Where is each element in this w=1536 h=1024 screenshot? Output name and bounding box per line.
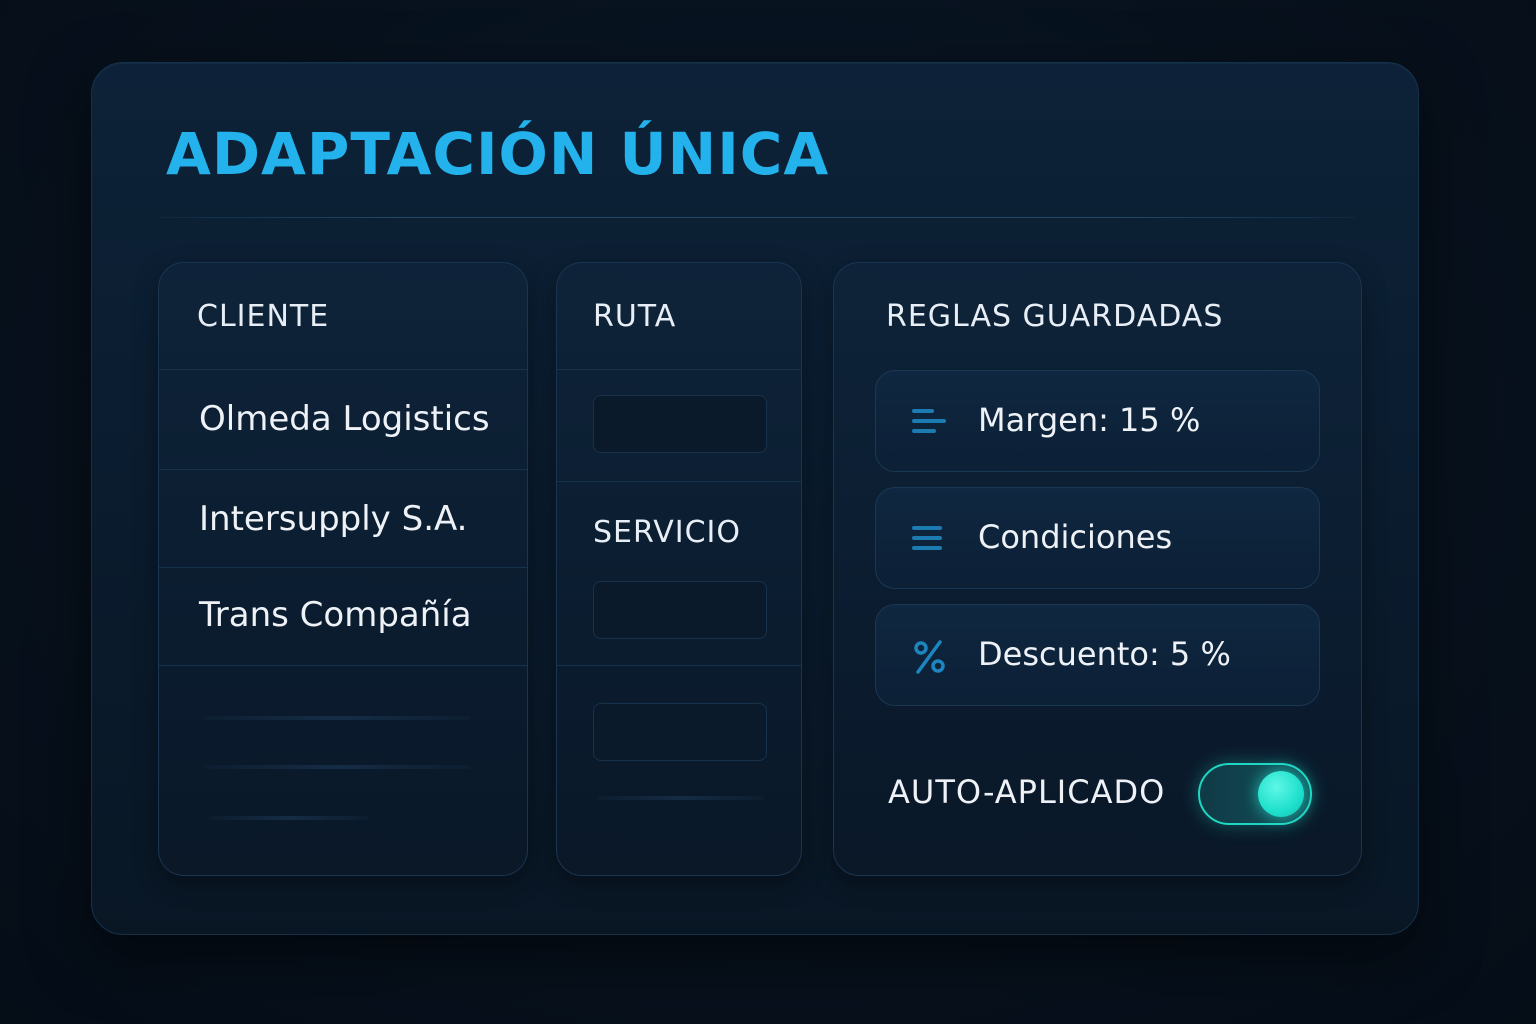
cliente-header: CLIENTE [197,299,330,334]
servicio-field[interactable] [593,581,767,639]
adaptation-card: ADAPTACIÓN ÚNICA CLIENTE Olmeda Logistic… [91,62,1419,935]
cliente-divider [159,369,527,370]
cliente-divider [159,665,527,666]
rule-item-margen[interactable]: Margen: 15 % [875,370,1320,472]
placeholder-line [203,765,471,769]
rule-label: Condiciones [978,518,1173,556]
ruta-divider [557,369,801,370]
extra-field[interactable] [593,703,767,761]
rule-item-descuento[interactable]: Descuento: 5 % [875,604,1320,706]
ruta-panel: RUTA SERVICIO [556,262,802,876]
reglas-panel: REGLAS GUARDADAS Margen: 15 % Condicione… [833,262,1362,876]
rule-item-condiciones[interactable]: Condiciones [875,487,1320,589]
list-icon [912,526,942,550]
page-title: ADAPTACIÓN ÚNICA [166,120,830,188]
rule-label: Descuento: 5 % [978,635,1231,673]
toggle-knob [1258,771,1304,817]
cliente-divider [159,567,527,568]
rule-label: Margen: 15 % [978,401,1201,439]
placeholder-line [597,796,765,800]
client-item-olmeda[interactable]: Olmeda Logistics [199,399,490,439]
lines-icon [912,409,946,433]
client-item-trans[interactable]: Trans Compañía [199,595,472,635]
ruta-header: RUTA [593,299,677,334]
placeholder-line [203,716,471,720]
ruta-divider [557,481,801,482]
cliente-divider [159,469,527,470]
client-item-intersupply[interactable]: Intersupply S.A. [199,499,467,539]
auto-aplicado-label: AUTO-APLICADO [888,773,1166,811]
reglas-header: REGLAS GUARDADAS [886,299,1224,334]
title-divider [160,217,1356,218]
ruta-field[interactable] [593,395,767,453]
servicio-header: SERVICIO [593,515,741,550]
ruta-divider [557,665,801,666]
placeholder-line [209,816,369,820]
auto-aplicado-toggle[interactable] [1198,763,1312,825]
cliente-panel: CLIENTE Olmeda Logistics Intersupply S.A… [158,262,528,876]
percent-icon [914,640,945,674]
